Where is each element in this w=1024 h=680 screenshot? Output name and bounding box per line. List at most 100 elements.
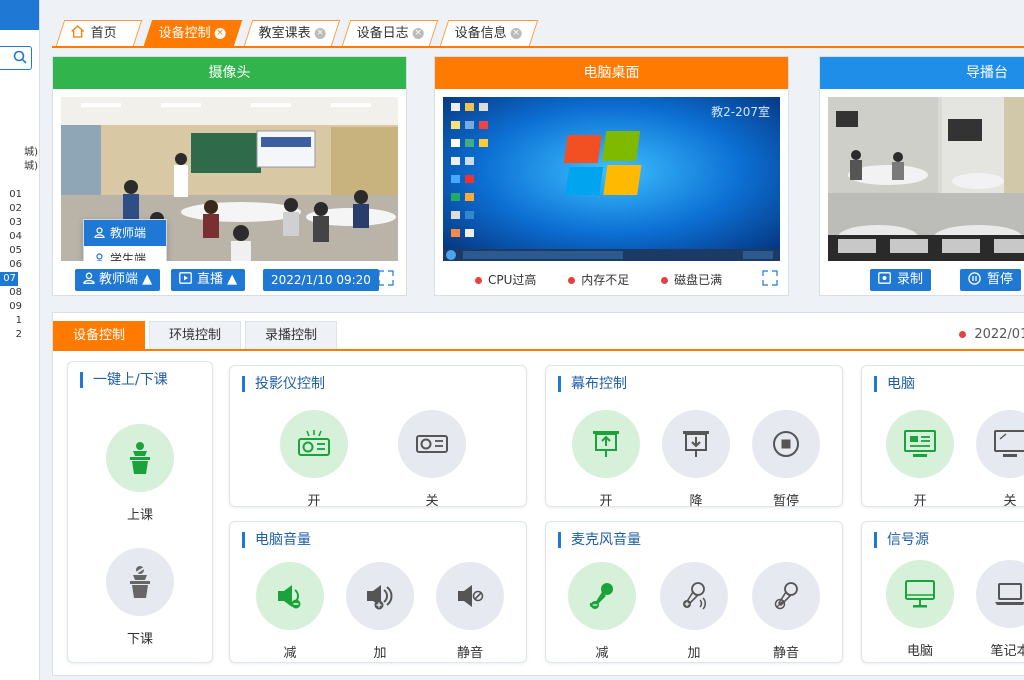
mic-mute-button[interactable]: 静音 — [752, 562, 820, 661]
camera-view-select[interactable]: 教师端 ▲ — [75, 269, 161, 291]
curtain-stop-circle[interactable] — [752, 410, 820, 478]
pc-on-circle[interactable] — [886, 410, 954, 478]
pc-volume-up-circle[interactable] — [346, 562, 414, 630]
menu-item-label: 教师端 — [110, 226, 147, 240]
alarm-list: CPU过高 内存不足 磁盘已满 — [475, 271, 750, 288]
start-class-button[interactable]: 上课 — [106, 424, 174, 523]
close-icon[interactable]: × — [314, 28, 326, 39]
menu-item-student[interactable]: 学生端 — [84, 246, 166, 261]
tree-node-room[interactable]: 04 — [0, 230, 39, 244]
tree-node-room[interactable]: 06 — [0, 258, 39, 272]
tree-node-room[interactable]: 03 — [0, 216, 39, 230]
tree-node-room[interactable]: 07 — [0, 272, 18, 286]
fullscreen-icon[interactable] — [377, 269, 395, 287]
volume-down-icon — [278, 585, 301, 609]
desktop-icon — [905, 580, 935, 608]
tab-home[interactable]: 首页 — [55, 20, 143, 46]
tab-device-control-panel[interactable]: 设备控制 — [53, 321, 145, 349]
mic-mute-icon — [774, 582, 798, 610]
tab-recording-control[interactable]: 录播控制 — [245, 321, 337, 349]
director-title: 导播台 — [966, 65, 1008, 81]
mic-volume-up-circle[interactable] — [660, 562, 728, 630]
search-icon[interactable] — [13, 50, 27, 64]
pc-volume-down-circle[interactable] — [256, 562, 324, 630]
tree-node-room[interactable]: 1 — [0, 314, 39, 328]
tree-node-city[interactable]: 城) — [0, 146, 39, 160]
desktop-screen[interactable]: 教2-207室 — [443, 97, 780, 261]
curtain-open-button[interactable]: 开 — [572, 410, 640, 509]
alarm-memory: 内存不足 — [568, 271, 629, 288]
pause-button[interactable]: 暂停 — [960, 269, 1022, 291]
camera-video[interactable]: 教师端 学生端 全景 — [61, 97, 398, 261]
mic-mute-circle[interactable] — [752, 562, 820, 630]
projector-off-button[interactable]: 关 — [398, 410, 466, 509]
app-page: 城) 城) 01 02 03 04 05 06 07 08 09 1 2 首页 设备控制 × 教室课表 × … — [0, 0, 1024, 680]
tab-device-log[interactable]: 设备日志 × — [341, 20, 439, 46]
projector-on-button[interactable]: 开 — [280, 410, 348, 509]
tab-label: 设备日志 — [356, 26, 409, 41]
curtain-stop-button[interactable]: 暂停 — [752, 410, 820, 509]
tree-node-city[interactable]: 城) — [0, 160, 39, 174]
tab-device-control[interactable]: 设备控制 × — [143, 20, 243, 46]
projector-off-circle[interactable] — [398, 410, 466, 478]
start-class-circle[interactable] — [106, 424, 174, 492]
pc-volume-up-button[interactable]: 加 — [346, 562, 414, 661]
close-icon[interactable]: × — [510, 28, 522, 39]
tab-classroom-schedule[interactable]: 教室课表 × — [243, 20, 341, 46]
pc-volume-card: 电脑音量 减 加 静音 — [229, 521, 527, 663]
pc-on-button[interactable]: 开 — [886, 410, 954, 509]
pc-mute-circle[interactable] — [436, 562, 504, 630]
card-title: 投影仪控制 — [242, 376, 325, 392]
director-screen[interactable] — [828, 97, 1024, 261]
control-tabs: 设备控制 环境控制 录播控制 — [53, 321, 1024, 351]
pc-off-label: 关 — [1003, 494, 1017, 509]
pc-off-button[interactable]: 关 — [976, 410, 1024, 509]
pause-label: 暂停 — [987, 272, 1014, 287]
tree-node-room[interactable]: 2 — [0, 328, 39, 342]
class-card: 一键上/下课 上课 下课 — [67, 361, 213, 663]
tree-node-room[interactable]: 02 — [0, 202, 39, 216]
mic-volume-down-circle[interactable] — [568, 562, 636, 630]
pc-off-circle[interactable] — [976, 410, 1024, 478]
tab-environment-control[interactable]: 环境控制 — [149, 321, 241, 349]
source-pc-circle[interactable] — [886, 560, 954, 628]
tab-bar: 首页 设备控制 × 教室课表 × 设备日志 × 设备信息 × — [52, 20, 1024, 48]
projector-card: 投影仪控制 开 关 — [229, 365, 527, 509]
close-icon[interactable]: × — [412, 28, 424, 39]
source-laptop-circle[interactable] — [976, 560, 1024, 628]
search-input[interactable] — [0, 46, 32, 70]
curtain-down-button[interactable]: 降 — [662, 410, 730, 509]
record-button[interactable]: 录制 — [870, 269, 932, 291]
projector-off-icon — [416, 435, 448, 453]
tab-device-info[interactable]: 设备信息 × — [439, 20, 539, 46]
camera-time: 2022/1/10 09:20 — [263, 269, 379, 291]
pc-volume-down-button[interactable]: 减 — [256, 562, 324, 661]
tree-node-room[interactable]: 05 — [0, 244, 39, 258]
signal-source-card: 信号源 电脑 笔记本 — [861, 521, 1024, 663]
menu-item-label: 学生端 — [110, 252, 147, 261]
monitor-off-icon — [994, 430, 1024, 457]
pc-volume-down-label: 减 — [283, 646, 297, 661]
curtain-open-circle[interactable] — [572, 410, 640, 478]
end-class-button[interactable]: 下课 — [106, 548, 174, 647]
close-icon[interactable]: × — [214, 28, 226, 39]
projector-on-circle[interactable] — [280, 410, 348, 478]
source-pc-button[interactable]: 电脑 — [886, 560, 954, 659]
sidebar: 城) 城) 01 02 03 04 05 06 07 08 09 1 2 — [0, 0, 40, 680]
alarm-label: 磁盘已满 — [674, 273, 723, 287]
screen-down-icon — [683, 431, 709, 457]
end-class-circle[interactable] — [106, 548, 174, 616]
live-icon — [179, 272, 192, 284]
mic-volume-down-button[interactable]: 减 — [568, 562, 636, 661]
mic-volume-up-button[interactable]: 加 — [660, 562, 728, 661]
mic-mute-label: 静音 — [772, 646, 799, 661]
source-laptop-button[interactable]: 笔记本 — [976, 560, 1024, 659]
curtain-down-circle[interactable] — [662, 410, 730, 478]
live-button[interactable]: 直播 ▲ — [171, 269, 246, 291]
fullscreen-icon[interactable] — [761, 269, 779, 287]
menu-item-teacher[interactable]: 教师端 — [84, 220, 166, 246]
pc-mute-button[interactable]: 静音 — [436, 562, 504, 661]
tree-node-room[interactable]: 08 — [0, 286, 39, 300]
tree-node-room[interactable]: 09 — [0, 300, 39, 314]
tree-node-room[interactable]: 01 — [0, 188, 39, 202]
